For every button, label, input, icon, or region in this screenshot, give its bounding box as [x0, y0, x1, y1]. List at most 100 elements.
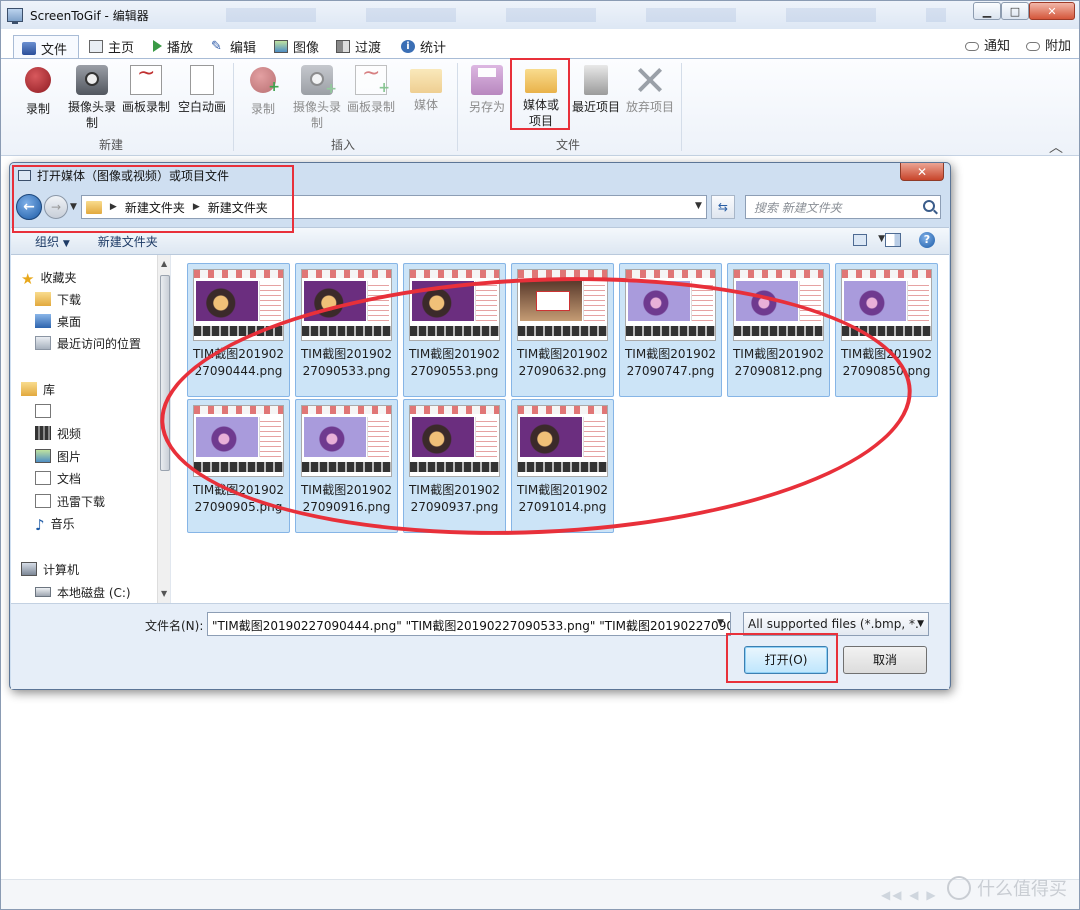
filename-label: 文件名(N): [145, 619, 204, 633]
tab-stats-label: 统计 [420, 40, 447, 56]
search-input[interactable]: 搜索 新建文件夹 [744, 195, 941, 219]
nav-local-disk[interactable]: 本地磁盘 (C:) [35, 582, 131, 602]
address-dropdown-icon[interactable]: ▼ [695, 201, 702, 211]
save-as-label: 另存为 [468, 100, 505, 114]
dialog-close-button[interactable]: ✕ [900, 163, 944, 181]
new-board-label: 画板录制 [121, 100, 170, 114]
recent-projects-label: 最近项目 [571, 100, 620, 114]
minimize-button[interactable]: ▁ [973, 2, 1001, 20]
tab-edit-label: 编辑 [230, 40, 257, 56]
nav-library-item[interactable] [35, 401, 57, 421]
insert-board-label: 画板录制 [346, 100, 395, 114]
attach-label: 附加 [1044, 39, 1071, 54]
close-button[interactable]: ✕ [1029, 2, 1075, 20]
chevron-down-icon[interactable]: ▼ [878, 234, 885, 244]
tab-file[interactable]: 文件 [13, 35, 79, 60]
chevron-down-icon: ▼ [62, 238, 70, 249]
title-bar: ScreenToGif - 编辑器 ▁ □ ✕ [1, 1, 1079, 29]
nav-pictures[interactable]: 图片 [35, 446, 81, 466]
watermark: 什么值得买 [947, 875, 1067, 901]
group-file-label: 文件 [556, 138, 581, 152]
tab-play-label: 播放 [167, 40, 194, 56]
nav-desktop[interactable]: 桌面 [35, 311, 81, 331]
nav-item-label: 最近访问的位置 [57, 336, 142, 351]
insert-webcam-label: 摄像头录制 [292, 100, 341, 130]
attach-toggle[interactable]: 附加 [1025, 35, 1071, 54]
maximize-button[interactable]: □ [1001, 2, 1029, 20]
computer-icon [21, 562, 37, 576]
nav-favorites[interactable]: ★ 收藏夹 [21, 267, 77, 288]
cancel-button[interactable]: 取消 [843, 646, 927, 674]
discard-project-label: 放弃项目 [625, 100, 674, 114]
nav-computer[interactable]: 计算机 [21, 559, 79, 579]
new-record-button[interactable]: 录制 [9, 63, 67, 141]
notify-toggle[interactable]: 通知 [964, 35, 1010, 54]
thumbnail-part [626, 270, 715, 278]
thumbnail-part [196, 281, 258, 321]
nav-music[interactable]: ♪ 音乐 [35, 513, 75, 534]
tab-play[interactable]: 播放 [153, 35, 193, 57]
organize-button[interactable]: 组织 ▼ [35, 233, 70, 250]
insert-board-button[interactable]: + 画板录制 [342, 63, 400, 141]
tab-home[interactable]: 主页 [89, 35, 134, 57]
save-as-button[interactable]: 另存为 [458, 63, 516, 141]
close-icon: ✕ [1047, 4, 1057, 18]
tab-transition[interactable]: 过渡 [336, 35, 381, 57]
nav-videos[interactable]: 视频 [35, 423, 81, 443]
downloads-library-icon [35, 494, 51, 508]
board-icon [130, 65, 162, 95]
tab-home-label: 主页 [108, 40, 135, 56]
refresh-button[interactable]: ⇆ [710, 195, 735, 219]
toggle-icon [964, 42, 979, 51]
new-webcam-button[interactable]: 摄像头录制 [63, 63, 121, 141]
search-placeholder: 搜索 新建文件夹 [753, 200, 842, 215]
navigation-pane: ★ 收藏夹 下载 桌面 最近访问的位置 库 视频 图片 文档 迅雷下载 ♪ 音乐… [11, 255, 171, 603]
nav-recent-places[interactable]: 最近访问的位置 [35, 333, 141, 353]
preview-pane-icon[interactable] [885, 233, 901, 247]
nav-library[interactable]: 库 [21, 379, 55, 399]
search-icon [922, 200, 935, 212]
close-icon: ✕ [916, 165, 928, 179]
insert-webcam-button[interactable]: + 摄像头录制 [288, 63, 346, 141]
transition-icon [336, 39, 350, 53]
blank-page-icon [190, 65, 214, 95]
collapse-ribbon-icon[interactable]: ︿ [1049, 137, 1063, 157]
toggle-icon [1025, 42, 1040, 51]
filename-dropdown-icon[interactable]: ▼ [717, 618, 724, 628]
minimize-icon: ▁ [982, 4, 992, 18]
insert-media-label: 媒体 [413, 98, 438, 112]
nav-downloads[interactable]: 下载 [35, 289, 81, 309]
nav-favorites-label: 收藏夹 [40, 270, 77, 285]
new-blank-button[interactable]: 空白动画 [173, 63, 231, 141]
new-blank-label: 空白动画 [177, 100, 226, 114]
insert-record-label: 录制 [250, 102, 275, 116]
insert-media-button[interactable]: 媒体 [397, 63, 455, 141]
insert-record-button[interactable]: + 录制 [234, 63, 292, 141]
view-mode-icon[interactable] [853, 234, 867, 246]
image-icon [274, 39, 288, 53]
recent-projects-button[interactable]: 最近项目 [567, 63, 625, 141]
group-new-label: 新建 [99, 138, 124, 152]
discard-project-button[interactable]: 放弃项目 [621, 63, 679, 141]
thumbnail-part [907, 281, 929, 321]
nav-thunder-downloads[interactable]: 迅雷下载 [35, 491, 105, 511]
thumbnail-part [194, 270, 283, 278]
tab-stats[interactable]: i 统计 [401, 35, 446, 57]
tab-image-label: 图像 [293, 40, 320, 56]
star-icon: ★ [21, 270, 35, 288]
annotation-box-open-button [726, 633, 838, 683]
thumbnail-part [259, 281, 281, 321]
scroll-down-icon[interactable]: ▼ [161, 589, 167, 598]
tab-edit[interactable]: ✎ 编辑 [211, 35, 256, 57]
maximize-icon: □ [1009, 4, 1021, 18]
nav-documents[interactable]: 文档 [35, 468, 81, 488]
new-board-button[interactable]: 画板录制 [117, 63, 175, 141]
filename-input[interactable]: "TIM截图20190227090444.png" "TIM截图20190227… [207, 612, 731, 636]
play-icon [153, 40, 162, 52]
new-folder-button[interactable]: 新建文件夹 [98, 233, 158, 250]
scroll-up-icon[interactable]: ▲ [161, 259, 167, 268]
ribbon-tab-bar: 文件 主页 播放 ✎ 编辑 图像 过渡 i 统计 通知 附加 [1, 31, 1079, 60]
help-icon[interactable]: ? [919, 232, 935, 248]
tab-image[interactable]: 图像 [274, 35, 319, 57]
save-icon [471, 65, 503, 95]
